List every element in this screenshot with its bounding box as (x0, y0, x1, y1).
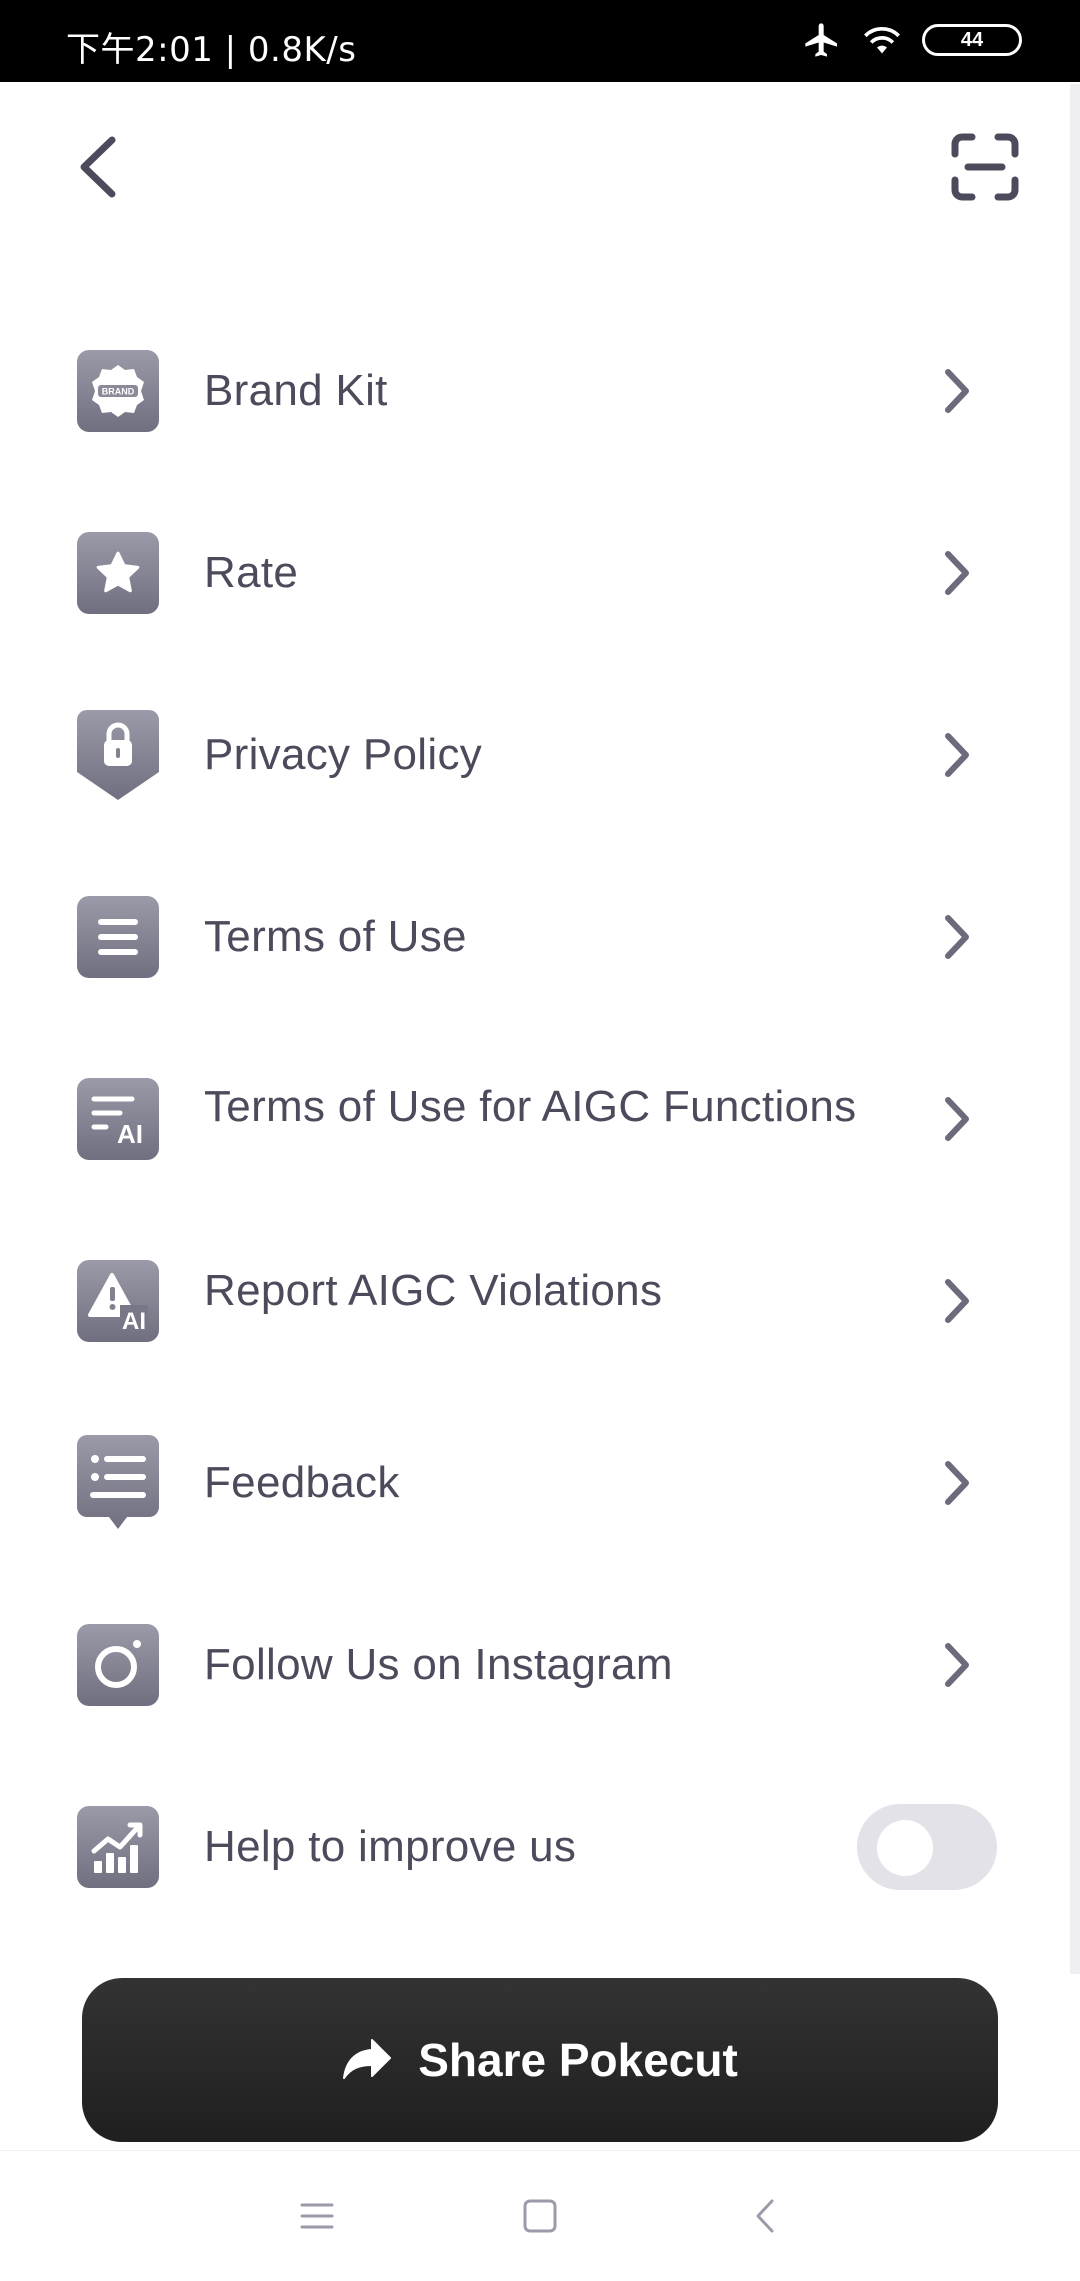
share-arrow-icon (343, 2039, 392, 2079)
back-triangle-icon[interactable] (740, 2191, 790, 2241)
document-lines-icon (77, 896, 159, 978)
chevron-right-icon (945, 369, 969, 413)
brand-badge-icon: BRAND (77, 350, 159, 432)
settings-menu: BRAND Brand Kit Rate Privacy Policy Term… (0, 300, 1080, 1938)
scan-button[interactable] (950, 132, 1020, 202)
svg-text:BRAND: BRAND (102, 387, 135, 397)
chevron-right-icon (945, 1097, 969, 1141)
ai-warning-icon: AI (77, 1260, 159, 1342)
top-bar (0, 82, 1080, 252)
menu-item-label: Terms of Use for AIGC Functions (204, 1082, 857, 1131)
menu-item-label: Follow Us on Instagram (204, 1640, 673, 1689)
menu-item-rate[interactable]: Rate (0, 482, 1080, 664)
chevron-left-icon (80, 136, 116, 198)
menu-item-label: Help to improve us (204, 1822, 577, 1871)
menu-item-label: Terms of Use (204, 912, 467, 961)
menu-item-label: Report AIGC Violations (204, 1266, 663, 1315)
scan-icon (951, 133, 1019, 201)
menu-item-label: Feedback (204, 1458, 400, 1507)
menu-item-report-aigc[interactable]: AI Report AIGC Violations (0, 1210, 1080, 1392)
instagram-icon (77, 1624, 159, 1706)
menu-icon[interactable] (292, 2191, 342, 2241)
chevron-right-icon (945, 1643, 969, 1687)
system-nav-bar (0, 2150, 1080, 2281)
status-icons: 44 (802, 20, 1022, 60)
ai-document-icon: AI (77, 1078, 159, 1160)
feedback-list-icon (77, 1435, 159, 1529)
menu-item-label: Privacy Policy (204, 730, 483, 779)
menu-item-help-improve: Help to improve us (0, 1756, 1080, 1938)
star-icon (77, 532, 159, 614)
chevron-right-icon (945, 1461, 969, 1505)
status-time: 下午2:01 | 0.8K/s (66, 30, 357, 70)
menu-item-instagram[interactable]: Follow Us on Instagram (0, 1574, 1080, 1756)
wifi-icon (864, 27, 900, 54)
menu-item-privacy-policy[interactable]: Privacy Policy (0, 664, 1080, 846)
menu-item-label: Brand Kit (204, 366, 388, 415)
home-square-icon[interactable] (515, 2191, 565, 2241)
toggle-knob (877, 1820, 933, 1876)
chart-icon (77, 1806, 159, 1888)
chevron-right-icon (945, 1279, 969, 1323)
svg-text:AI: AI (122, 1308, 146, 1333)
menu-item-feedback[interactable]: Feedback (0, 1392, 1080, 1574)
menu-item-aigc-terms[interactable]: AI Terms of Use for AIGC Functions (0, 1028, 1080, 1210)
share-button-label: Share Pokecut (418, 2034, 738, 2086)
chevron-right-icon (945, 733, 969, 777)
airplane-icon (805, 23, 837, 57)
lock-shield-icon (77, 710, 159, 800)
svg-text:AI: AI (117, 1119, 143, 1149)
menu-item-terms-of-use[interactable]: Terms of Use (0, 846, 1080, 1028)
battery-level: 44 (960, 28, 984, 51)
chevron-right-icon (945, 551, 969, 595)
improve-toggle[interactable] (857, 1804, 997, 1890)
back-button[interactable] (70, 132, 130, 202)
menu-item-brand-kit[interactable]: BRAND Brand Kit (0, 300, 1080, 482)
chevron-right-icon (945, 915, 969, 959)
status-bar: 下午2:01 | 0.8K/s 44 (0, 0, 1080, 82)
battery-icon: 44 (922, 24, 1022, 56)
menu-item-label: Rate (204, 548, 299, 597)
share-button[interactable]: Share Pokecut (82, 1978, 998, 2142)
